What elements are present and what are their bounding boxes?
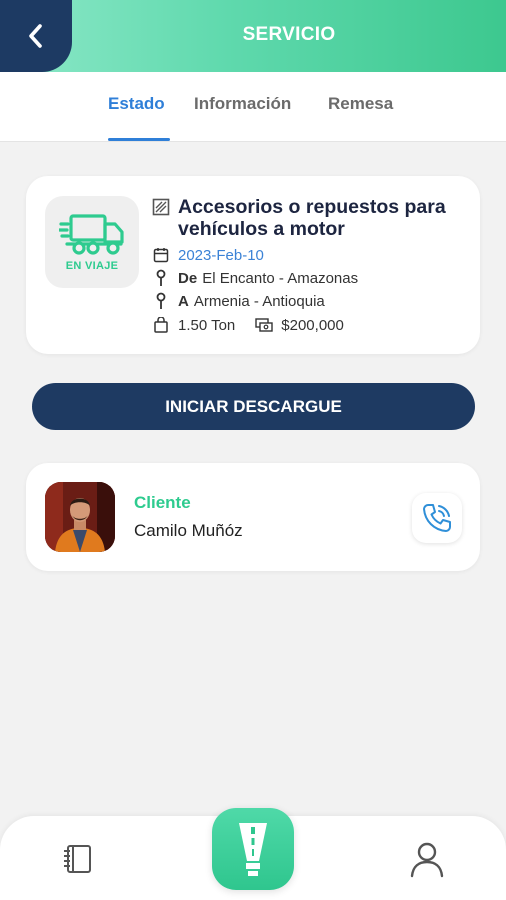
page-title: SERVICIO <box>242 24 336 45</box>
nav-profile-button[interactable] <box>408 840 446 883</box>
client-name: Camilo Muñóz <box>134 521 243 540</box>
service-date: 2023-Feb-10 <box>178 246 264 264</box>
pin-icon <box>152 292 170 310</box>
money-icon <box>255 316 273 334</box>
client-role: Cliente <box>134 493 191 512</box>
status-label: EN VIAJE <box>65 260 119 272</box>
nav-road-button[interactable] <box>212 808 294 890</box>
avatar <box>45 482 115 552</box>
destination-row: A Armenia - Antioquia <box>152 292 325 310</box>
status-badge: EN VIAJE <box>45 196 139 288</box>
user-icon <box>410 842 444 878</box>
origin-location: El Encanto - Amazonas <box>202 269 359 287</box>
weight-price-row: 1.50 Ton $200,000 <box>152 316 344 334</box>
tab-estado[interactable]: Estado <box>108 94 165 114</box>
back-button[interactable] <box>0 0 72 72</box>
phone-icon <box>423 504 451 532</box>
destination-location: Armenia - Antioquia <box>193 292 325 310</box>
service-price: $200,000 <box>281 316 344 334</box>
tab-remesa[interactable]: Remesa <box>328 94 393 114</box>
service-weight: 1.50 Ton <box>178 316 236 334</box>
service-card: EN VIAJE Accesorios o repuestos para veh… <box>26 176 480 354</box>
chevron-left-icon <box>29 24 42 48</box>
origin-prefix: De <box>178 269 198 287</box>
client-card: Cliente Camilo Muñóz <box>26 463 480 571</box>
service-title: Accesorios o repuestos para vehículos a … <box>178 196 446 240</box>
pin-icon <box>152 269 170 287</box>
active-tab-indicator <box>108 138 170 141</box>
date-row: 2023-Feb-10 <box>152 246 264 264</box>
road-icon <box>239 823 267 876</box>
nav-notebook-button[interactable] <box>60 842 94 881</box>
origin-row: De El Encanto - Amazonas <box>152 269 358 287</box>
truck-icon <box>59 214 124 255</box>
call-client-button[interactable] <box>412 493 462 543</box>
notebook-icon <box>64 845 91 873</box>
app-header: SERVICIO <box>0 0 506 72</box>
calendar-icon <box>152 246 170 264</box>
cargo-icon <box>152 198 170 216</box>
start-unload-button[interactable]: INICIAR DESCARGUE <box>32 383 475 430</box>
tab-bar: Estado Información Remesa <box>0 72 506 142</box>
bag-icon <box>152 316 170 334</box>
tab-informacion[interactable]: Información <box>194 94 291 114</box>
destination-prefix: A <box>178 292 189 310</box>
